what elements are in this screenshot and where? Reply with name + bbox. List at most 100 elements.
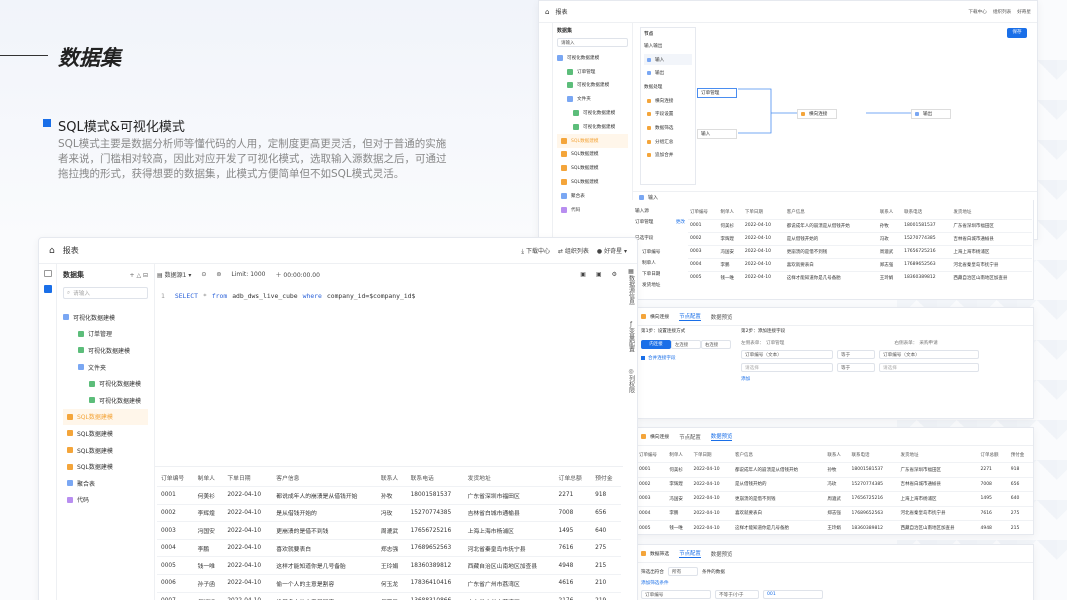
side-tab-column-perms[interactable]: ◎ 列权限 (625, 368, 637, 395)
table-header[interactable]: 客户信息 (272, 469, 377, 487)
tab-node-config[interactable]: 节点配置 (679, 312, 701, 321)
table-row[interactable]: 0004 李鹏 2022-04-10 喜欢就要表白 郑志强 17689652563 河北省秦… (637, 505, 1033, 521)
table-header[interactable]: 联系电话 (850, 448, 899, 463)
table-header[interactable]: 制单人 (667, 448, 691, 463)
home-icon[interactable]: ⌂ (545, 8, 549, 16)
change-source-link[interactable]: 更改 (676, 219, 685, 225)
selected-field[interactable]: 订单编号 (635, 246, 685, 257)
table-row[interactable]: 0002 李辉煌 2022-04-10 是从借钱开始的 冯玫 15270774385 吉林省… (637, 476, 1033, 492)
table-header[interactable]: 预付金 (1009, 448, 1033, 463)
merge-fields-checkbox[interactable]: 合并连接字段 (641, 355, 737, 361)
table-row[interactable]: 0003 冯国安 2022-04-10 更崩溃的是借不到钱 周漉武 17656725216… (688, 244, 1032, 258)
table-header[interactable]: 联系电话 (407, 469, 464, 487)
table-header[interactable]: 联系人 (377, 469, 407, 487)
table-row[interactable]: 0004 李鹏 2022-04-10 喜欢就要表白 郑志强 17689652563 河北省秦… (688, 257, 1032, 271)
export-icon[interactable]: ▣ (596, 271, 602, 278)
table-row[interactable]: 0006 孙子函 2022-04-10 偷一个人的主意是割容 何玉龙 1783641041… (157, 574, 621, 593)
user-name[interactable]: 好奇星 (1017, 9, 1031, 15)
table-header[interactable]: 订单编号 (637, 448, 667, 463)
node-proc-item[interactable]: 横向连接 (644, 94, 692, 108)
save-button[interactable]: 保存 (1007, 28, 1027, 38)
tab-data-preview[interactable]: 数据预览 (711, 313, 733, 321)
left-field-select-2[interactable]: 请选择 (741, 363, 833, 372)
sidebar-item[interactable]: 文件夹 (557, 92, 628, 106)
table-row[interactable]: 0003 冯国安 2022-04-10 更崩溃的是借不到钱 周漉武 17656725216… (157, 521, 621, 540)
operator-select-2[interactable]: 等于 (837, 363, 875, 372)
flow-node-join[interactable]: 横向连接 (797, 109, 837, 119)
table-header[interactable]: 联系人 (825, 448, 849, 463)
sidebar-item[interactable]: SQL数据建模 (557, 161, 628, 175)
tab-data-preview-3[interactable]: 数据预览 (711, 550, 733, 558)
sidebar-item[interactable]: SQL数据建模 (63, 408, 148, 426)
sidebar-item[interactable]: 可视化数据建模 (63, 392, 148, 409)
selected-field[interactable]: 发货地址 (635, 279, 685, 290)
table-header[interactable]: 制单人 (719, 206, 743, 219)
table-header[interactable]: 订单编号 (688, 206, 719, 219)
sidebar-item[interactable]: 订单管理 (557, 65, 628, 79)
sidebar-item[interactable]: SQL数据建模 (63, 425, 148, 442)
run-icon[interactable]: ⊙ (201, 271, 206, 278)
flow-node-input[interactable]: 输入 (697, 129, 737, 139)
table-header[interactable]: 预付金 (591, 469, 621, 487)
node-proc-item[interactable]: 追加合并 (644, 148, 692, 162)
filter-mode-select[interactable]: 所有 (667, 567, 698, 576)
table-row[interactable]: 0004 李鹏 2022-04-10 喜欢就要表白 郑志强 17689652563 河北省秦… (157, 538, 621, 557)
tab-node-config-3[interactable]: 节点配置 (679, 549, 701, 558)
flow-node-output[interactable]: 输出 (911, 109, 951, 119)
limit-select[interactable]: Limit: 1000 (231, 271, 265, 278)
table-row[interactable]: 0001 何美衫 2022-04-10 都说成年人的崩溃是从借钱开始 孙牧 1800158… (688, 218, 1032, 232)
side-tab-datasource[interactable]: ▦ 数据源信息 (625, 268, 637, 307)
user-menu[interactable]: ● 好奇星 ▾ (597, 246, 627, 255)
sidebar-item[interactable]: 聚合表 (63, 475, 148, 492)
sidebar-item[interactable]: 可视化数据建模 (63, 342, 148, 359)
sidebar-item[interactable]: SQL数据建模 (557, 175, 628, 189)
sidebar-item[interactable]: 代码 (557, 203, 628, 217)
datasource-select[interactable]: ▤ 数据源1 ▾ (157, 270, 191, 279)
filter-value-select[interactable]: 001 (763, 590, 823, 599)
sidebar-item[interactable]: 可视化数据建模 (63, 375, 148, 392)
table-row[interactable]: 0005 钱一唯 2022-04-10 这样才能知道你是几号备胎 王玲娟 18360389… (688, 270, 1032, 284)
table-header[interactable]: 联系人 (878, 206, 902, 219)
org-list[interactable]: 组织列表 (993, 9, 1011, 15)
home-icon-main[interactable]: ⌂ (49, 246, 55, 256)
node-proc-item[interactable]: 分组汇总 (644, 135, 692, 149)
sidebar-actions[interactable]: + △ ⊟ (130, 272, 148, 279)
table-header[interactable]: 订单总额 (555, 469, 592, 487)
table-row[interactable]: 0005 钱一唯 2022-04-10 这样才能知道你是几号备胎 王玲娟 18360389… (637, 520, 1033, 535)
table-row[interactable]: 0007何颖颖2022-04-10偷很多人的主意是研究何天民1368831086… (157, 591, 621, 600)
side-tab-variables[interactable]: ƒ 变量配置 (625, 321, 637, 354)
table-header[interactable]: 订单编号 (157, 469, 194, 487)
table-header[interactable]: 发货地址 (899, 448, 979, 463)
table-header[interactable]: 客户信息 (733, 448, 825, 463)
table-header[interactable]: 制单人 (194, 469, 224, 487)
filter-op-select[interactable]: 不等于/小于 (715, 590, 759, 599)
sidebar-item[interactable]: SQL数据建模 (63, 458, 148, 475)
download-center[interactable]: 下载中心 (968, 9, 986, 15)
table-header[interactable]: 下单日期 (743, 206, 785, 219)
format-icon[interactable]: ⊜ (216, 271, 221, 278)
sidebar-item[interactable]: 代码 (63, 492, 148, 509)
org-list-main[interactable]: ⇄ 组织列表 (558, 246, 589, 255)
table-header[interactable]: 下单日期 (223, 469, 272, 487)
selected-field[interactable]: 制单人 (635, 257, 685, 268)
report-nav-icon[interactable] (44, 270, 52, 277)
tab-node-config-2[interactable]: 节点配置 (679, 433, 701, 441)
table-row[interactable]: 0002 李辉煌 2022-04-10 是从借钱开始的 冯玫 15270774385 吉林省… (688, 231, 1032, 245)
add-join-field-link[interactable]: 添加 (741, 376, 1031, 382)
node-input[interactable]: 输入 (644, 54, 692, 65)
sql-editor[interactable]: 1 SELECT * from adb_dws_live_cube where … (161, 292, 415, 300)
node-output[interactable]: 输出 (644, 67, 692, 78)
sidebar-item[interactable]: 可视化数据建模 (557, 120, 628, 134)
table-row[interactable]: 0003 冯国安 2022-04-10 更崩溃的是借不到钱 周漉武 17656725216… (637, 491, 1033, 506)
right-field-select[interactable]: 订单编号（文本） (879, 350, 979, 359)
search-input[interactable]: 请输入 (557, 38, 628, 47)
dataset-nav-icon[interactable] (44, 285, 52, 293)
table-row[interactable]: 0002 李辉煌 2022-04-10 是从借钱开始的 冯玫 15270774385 吉林省… (157, 503, 621, 522)
filter-field-select[interactable]: 订单编号 (641, 590, 711, 599)
sidebar-item[interactable]: 可视化数据建模 (557, 106, 628, 120)
sidebar-item[interactable]: SQL数据建模 (557, 148, 628, 162)
selected-field[interactable]: 下单日期 (635, 268, 685, 279)
sidebar-item[interactable]: 订单管理 (63, 326, 148, 343)
tab-data-preview-2[interactable]: 数据预览 (710, 432, 733, 441)
right-field-select-2[interactable]: 请选择 (879, 363, 979, 372)
